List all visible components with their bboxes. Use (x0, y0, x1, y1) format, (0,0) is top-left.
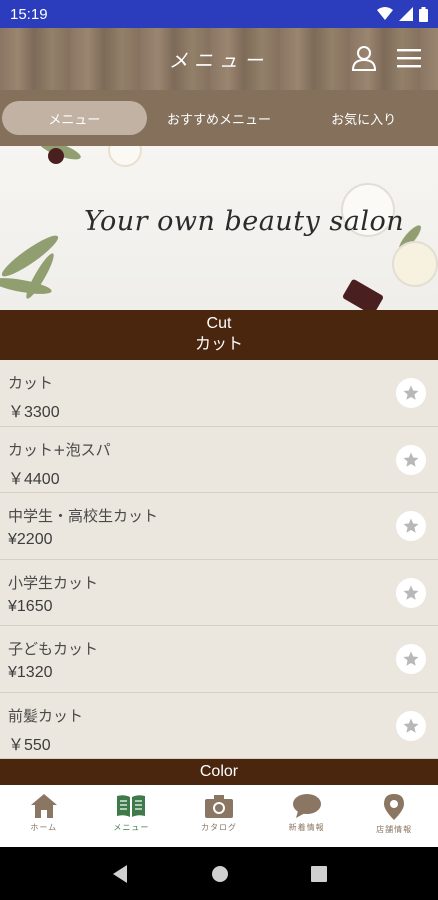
nav-label: 店舗情報 (376, 825, 413, 834)
status-bar: 15:19 (0, 0, 438, 28)
menu-item[interactable]: カット+泡スパ ￥4400 (0, 426, 438, 493)
page-title: メニュー (168, 49, 269, 72)
star-icon (403, 585, 419, 600)
nav-label: メニュー (113, 823, 150, 832)
map-pin-icon (384, 794, 405, 820)
menu-item[interactable]: 中学生・高校生カット ¥2200 (0, 493, 438, 560)
banner-text: Your own beauty salon (84, 206, 405, 237)
user-icon[interactable] (350, 44, 378, 72)
nav-item-store-info[interactable]: 店舗情報 (350, 785, 438, 847)
nav-label: ホーム (30, 823, 58, 832)
menu-item-price: ¥1650 (8, 597, 53, 615)
wifi-icon (377, 7, 393, 20)
favorite-button[interactable] (396, 511, 426, 541)
tab-favorites[interactable]: お気に入り (291, 101, 436, 135)
chat-bubble-icon (292, 794, 321, 818)
hero-banner: Your own beauty salon (0, 146, 438, 310)
nav-item-menu[interactable]: メニュー (88, 785, 176, 847)
menu-list: カット ￥3300 カット+泡スパ ￥4400 中学生・高校生カット ¥2200… (0, 360, 438, 759)
tab-bar: メニュー おすすめメニュー お気に入り (0, 90, 438, 146)
nav-label: 新着情報 (288, 823, 325, 832)
menu-item[interactable]: 子どもカット ¥1320 (0, 626, 438, 693)
battery-icon (419, 6, 428, 22)
menu-item[interactable]: 前髪カット ￥550 (0, 692, 438, 759)
hamburger-menu-icon[interactable] (396, 44, 422, 72)
menu-item-name: カット+泡スパ (8, 440, 111, 459)
menu-item[interactable]: 小学生カット ¥1650 (0, 559, 438, 626)
back-icon[interactable] (111, 864, 129, 884)
menu-item-name: 前髪カット (8, 706, 84, 725)
star-icon (403, 718, 419, 733)
section-title-ja: カット (194, 336, 243, 353)
star-icon (403, 452, 419, 467)
nav-item-news[interactable]: 新着情報 (263, 785, 351, 847)
nav-label: カタログ (200, 823, 237, 832)
nav-item-catalog[interactable]: カタログ (175, 785, 263, 847)
system-nav-bar (0, 847, 438, 900)
menu-item-name: 小学生カット (8, 573, 99, 592)
section-title-en: Color (199, 763, 239, 780)
home-circle-icon[interactable] (211, 865, 229, 883)
section-header-color: Color (0, 759, 438, 785)
status-time: 15:19 (10, 5, 48, 23)
camera-icon (204, 795, 233, 818)
menu-item-price: ￥4400 (8, 470, 60, 488)
star-icon (403, 651, 419, 666)
star-icon (403, 385, 419, 400)
menu-item-name: 子どもカット (8, 640, 99, 658)
favorite-button[interactable] (396, 644, 426, 674)
favorite-button[interactable] (396, 378, 426, 408)
favorite-button[interactable] (396, 710, 426, 741)
bottom-nav: ホーム メニュー カタログ 新着情報 店舗情報 (0, 785, 438, 847)
menu-item-name: カット (8, 374, 54, 392)
app-header: メニュー (0, 28, 438, 90)
status-icons (377, 6, 428, 22)
nav-item-home[interactable]: ホーム (0, 785, 88, 847)
tab-menu[interactable]: メニュー (2, 101, 147, 135)
section-title-en: Cut (206, 315, 232, 332)
section-header-cut: Cut カット (0, 310, 438, 360)
signal-icon (399, 7, 413, 21)
menu-item-price: ¥1320 (8, 664, 53, 681)
menu-item-price: ¥2200 (8, 531, 53, 548)
book-icon (117, 795, 146, 817)
favorite-button[interactable] (396, 444, 426, 475)
home-icon (30, 794, 57, 818)
star-icon (403, 518, 419, 533)
menu-item[interactable]: カット ￥3300 (0, 360, 438, 427)
menu-item-price: ￥550 (8, 736, 51, 754)
favorite-button[interactable] (396, 577, 426, 608)
recents-icon[interactable] (311, 865, 327, 882)
menu-item-price: ￥3300 (8, 404, 60, 421)
tab-recommended-menu[interactable]: おすすめメニュー (147, 101, 292, 135)
menu-item-name: 中学生・高校生カット (8, 507, 159, 525)
